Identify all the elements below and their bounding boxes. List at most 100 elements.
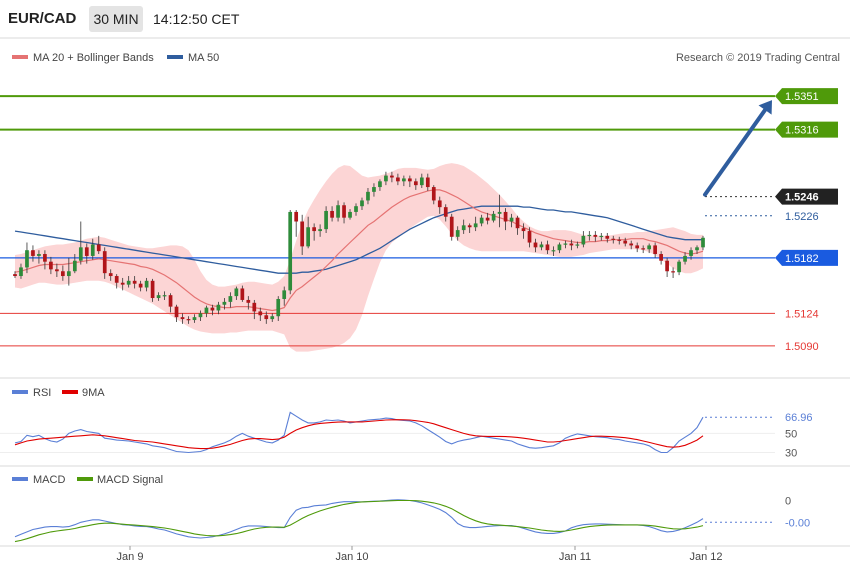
candle-body <box>485 217 490 221</box>
candle-body <box>605 235 610 239</box>
price-axis-labels: 1.5351 1.5316 1.5246 1.5226 1.5182 1.5124 1.50… <box>775 88 838 353</box>
candle-body <box>521 228 526 232</box>
candle-body <box>300 221 305 247</box>
price-label-stop: 1.5090 <box>785 341 819 353</box>
candle-body <box>240 288 245 300</box>
candle-body <box>186 319 191 321</box>
signal-legend-swatch <box>77 477 93 481</box>
candle-body <box>288 211 293 291</box>
candle-body <box>324 210 328 230</box>
candle-body <box>431 187 436 201</box>
macd-legend-label: MACD <box>33 474 65 486</box>
candle-body <box>258 311 263 316</box>
price-label-pivot: 1.5226 <box>785 211 819 223</box>
candle-body <box>497 211 502 214</box>
candle-body <box>407 178 412 182</box>
candle-body <box>156 295 161 299</box>
candle-body <box>348 211 352 218</box>
candle-body <box>90 244 95 256</box>
forecast-arrow-shaft <box>703 107 768 197</box>
candle-body <box>378 181 382 188</box>
time-axis: Jan 9 Jan 10 Jan 11 Jan 12 <box>117 546 723 563</box>
candle-body <box>330 210 334 218</box>
candle-body <box>563 243 568 245</box>
time-axis-label: Jan 12 <box>689 551 722 563</box>
price-label-target: 1.5351 <box>785 91 819 103</box>
candle-body <box>342 205 346 218</box>
signal-legend-label: MACD Signal <box>97 474 163 486</box>
candle-body <box>671 271 675 273</box>
rsi-panel: 66.96 50 30 <box>0 411 813 459</box>
candle-body <box>162 295 167 297</box>
candle-body <box>587 234 592 237</box>
candle-body <box>701 237 705 248</box>
candle-body <box>611 238 616 240</box>
candle-body <box>581 235 586 245</box>
candle-body <box>390 175 394 178</box>
candle-body <box>677 261 681 273</box>
candle-body <box>294 211 299 222</box>
candle-body <box>150 280 155 299</box>
candle-body <box>84 247 89 256</box>
candle-body <box>527 231 532 243</box>
candle-body <box>55 269 59 272</box>
candle-body <box>336 205 340 218</box>
candle-body <box>174 306 179 318</box>
candle-body <box>384 175 388 182</box>
time-axis-label: Jan 9 <box>117 551 144 563</box>
candle-body <box>419 177 424 186</box>
candle-body <box>360 200 364 207</box>
candle-body <box>132 280 137 284</box>
price-label-target: 1.5316 <box>785 125 819 137</box>
rsi-tick-label: 30 <box>785 447 797 459</box>
candle-body <box>108 273 113 277</box>
candle-body <box>102 251 107 274</box>
candle-body <box>49 261 53 270</box>
candle-body <box>246 299 251 303</box>
candle-body <box>473 223 478 228</box>
rsi-legend: RSI 9MA <box>12 387 105 399</box>
macd-legend: MACD MACD Signal <box>12 474 163 486</box>
candle-body <box>372 187 376 192</box>
time-axis-label: Jan 10 <box>335 551 368 563</box>
candle-body <box>455 230 460 237</box>
candle-body <box>78 247 83 261</box>
candle-body <box>503 211 508 222</box>
candle-body <box>575 244 580 246</box>
candle-body <box>264 315 269 320</box>
candle-body <box>623 240 628 244</box>
time-axis-label: Jan 11 <box>559 551 591 563</box>
candle-body <box>126 280 131 285</box>
candle-body <box>228 296 233 302</box>
macd-tick-label: -0.00 <box>785 517 810 529</box>
candle-body <box>168 295 173 307</box>
candle-body <box>665 260 669 272</box>
candle-body <box>479 217 484 224</box>
candle-body <box>467 225 472 228</box>
candle-body <box>61 271 65 277</box>
candle-body <box>509 217 514 222</box>
price-label-stop: 1.5124 <box>785 308 819 320</box>
copyright-text: Research © 2019 Trading Central <box>676 52 840 64</box>
main-legend: MA 20 + Bollinger Bands MA 50 Research ©… <box>12 52 840 64</box>
candle-body <box>402 178 406 182</box>
candle-body <box>25 250 29 268</box>
ma9-legend-label: 9MA <box>82 387 105 399</box>
trading-chart[interactable]: MA 20 + Bollinger Bands MA 50 Research ©… <box>0 0 850 576</box>
candle-body <box>653 245 657 255</box>
candle-body <box>66 271 71 277</box>
candle-body <box>647 245 652 250</box>
candle-body <box>120 282 125 285</box>
candle-body <box>635 245 640 249</box>
candle-body <box>72 260 77 272</box>
forecast-arrow <box>703 100 772 197</box>
candle-body <box>114 276 119 283</box>
ma20-legend-swatch <box>12 55 28 59</box>
ma50-legend-swatch <box>167 55 183 59</box>
macd-panel: 0 -0.00 <box>14 496 810 543</box>
candle-body <box>354 206 358 212</box>
candle-body <box>37 254 41 256</box>
candle-body <box>515 217 520 229</box>
ma9-line <box>14 419 704 450</box>
rsi-line <box>14 411 704 454</box>
